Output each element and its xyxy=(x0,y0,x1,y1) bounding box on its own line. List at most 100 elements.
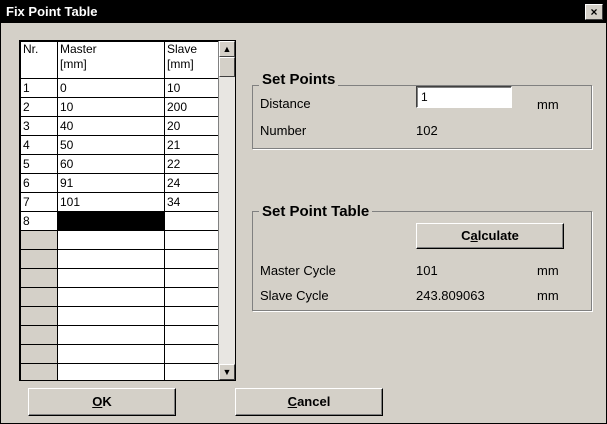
empty-row[interactable] xyxy=(20,306,222,326)
cancel-button[interactable]: Cancel xyxy=(235,388,383,416)
row-number-cell[interactable] xyxy=(20,230,58,250)
row-number-cell[interactable]: 7 xyxy=(20,192,58,212)
row-number-cell[interactable]: 3 xyxy=(20,116,58,136)
master-cell[interactable]: 60 xyxy=(57,154,165,174)
header-nr-label: Nr. xyxy=(23,42,39,57)
master-cell[interactable] xyxy=(57,268,165,288)
header-master-label: Master xyxy=(60,42,97,57)
slave-cell[interactable] xyxy=(164,211,222,231)
column-header-nr[interactable]: Nr. xyxy=(20,41,58,79)
row-number-cell[interactable] xyxy=(20,268,58,288)
slave-cell[interactable]: 10 xyxy=(164,78,222,98)
empty-row[interactable] xyxy=(20,287,222,307)
ok-label-end: K xyxy=(102,394,112,409)
ok-button[interactable]: OK xyxy=(28,388,176,416)
master-cell[interactable] xyxy=(57,344,165,364)
table-row[interactable]: 4 50 21 xyxy=(20,135,222,155)
table-row[interactable]: 7 101 34 xyxy=(20,192,222,212)
header-slave-unit: [mm] xyxy=(167,57,194,71)
master-cell[interactable] xyxy=(57,363,165,380)
master-cell[interactable]: 10 xyxy=(57,97,165,117)
row-number-cell[interactable]: 4 xyxy=(20,135,58,155)
fix-point-table: Nr. Master [mm] Slave [mm] 1 0 10 2 10 200 3 40… xyxy=(20,41,222,380)
number-label: Number xyxy=(260,123,307,138)
distance-input[interactable] xyxy=(416,86,512,108)
row-number-cell[interactable]: 5 xyxy=(20,154,58,174)
row-number-cell[interactable]: 8 xyxy=(20,211,58,231)
row-number-cell[interactable] xyxy=(20,306,58,326)
distance-unit: mm xyxy=(537,97,559,112)
master-cell[interactable] xyxy=(57,325,165,345)
empty-row[interactable] xyxy=(20,249,222,269)
column-header-master[interactable]: Master [mm] xyxy=(57,41,165,79)
master-cell[interactable]: 91 xyxy=(57,173,165,193)
row-number-cell[interactable] xyxy=(20,363,58,380)
cancel-accelerator: C xyxy=(287,394,298,409)
set-points-title: Set Points xyxy=(259,71,339,88)
table-row[interactable]: 6 91 24 xyxy=(20,173,222,193)
master-cell[interactable] xyxy=(57,249,165,269)
slave-cell[interactable] xyxy=(164,230,222,250)
empty-row[interactable] xyxy=(20,268,222,288)
table-row[interactable]: 8 xyxy=(20,211,222,231)
header-master-unit: [mm] xyxy=(60,57,87,71)
header-slave-label: Slave xyxy=(167,42,198,57)
master-cell[interactable]: 40 xyxy=(57,116,165,136)
row-number-cell[interactable]: 1 xyxy=(20,78,58,98)
calculate-label-end: lculate xyxy=(477,228,519,243)
master-cell[interactable] xyxy=(57,287,165,307)
empty-row[interactable] xyxy=(20,230,222,250)
slave-cell[interactable]: 200 xyxy=(164,97,222,117)
row-number-cell[interactable] xyxy=(20,287,58,307)
slave-cell[interactable] xyxy=(164,363,222,380)
window-title: Fix Point Table xyxy=(6,4,98,19)
master-cell-selected[interactable] xyxy=(57,211,165,231)
row-number-cell[interactable]: 2 xyxy=(20,97,58,117)
slave-cycle-unit: mm xyxy=(537,288,559,303)
row-number-cell[interactable]: 6 xyxy=(20,173,58,193)
ok-accelerator: O xyxy=(92,394,103,409)
empty-row[interactable] xyxy=(20,363,222,380)
table-row[interactable]: 2 10 200 xyxy=(20,97,222,117)
master-cell[interactable] xyxy=(57,230,165,250)
row-number-cell[interactable] xyxy=(20,325,58,345)
master-cell[interactable]: 101 xyxy=(57,192,165,212)
row-number-cell[interactable] xyxy=(20,344,58,364)
slave-cell[interactable]: 20 xyxy=(164,116,222,136)
table-row[interactable]: 5 60 22 xyxy=(20,154,222,174)
empty-row[interactable] xyxy=(20,344,222,364)
master-cycle-unit: mm xyxy=(537,263,559,278)
distance-label: Distance xyxy=(260,96,311,111)
master-cycle-label: Master Cycle xyxy=(260,263,336,278)
scroll-down-arrow-icon[interactable]: ▼ xyxy=(219,364,235,380)
calculate-button[interactable]: Calculate xyxy=(416,223,564,249)
slave-cell[interactable] xyxy=(164,325,222,345)
close-button[interactable]: × xyxy=(585,4,603,20)
row-number-cell[interactable] xyxy=(20,249,58,269)
master-cell[interactable] xyxy=(57,306,165,326)
empty-row[interactable] xyxy=(20,325,222,345)
slave-cell[interactable]: 24 xyxy=(164,173,222,193)
table-row[interactable]: 1 0 10 xyxy=(20,78,222,98)
slave-cell[interactable]: 34 xyxy=(164,192,222,212)
scroll-thumb[interactable] xyxy=(219,57,235,77)
slave-cell[interactable] xyxy=(164,306,222,326)
slave-cell[interactable]: 21 xyxy=(164,135,222,155)
slave-cell[interactable] xyxy=(164,344,222,364)
cancel-label-end: ancel xyxy=(297,394,331,409)
column-header-slave[interactable]: Slave [mm] xyxy=(164,41,222,79)
master-cycle-value: 101 xyxy=(416,263,438,278)
set-point-table-title: Set Point Table xyxy=(259,203,373,220)
title-bar[interactable]: Fix Point Table × xyxy=(1,1,606,23)
grid-vertical-scrollbar[interactable]: ▲ ▼ xyxy=(218,41,235,380)
master-cell[interactable]: 0 xyxy=(57,78,165,98)
master-cell[interactable]: 50 xyxy=(57,135,165,155)
slave-cycle-label: Slave Cycle xyxy=(260,288,329,303)
number-value: 102 xyxy=(416,123,438,138)
table-row[interactable]: 3 40 20 xyxy=(20,116,222,136)
scroll-up-arrow-icon[interactable]: ▲ xyxy=(219,41,235,57)
slave-cell[interactable] xyxy=(164,268,222,288)
slave-cell[interactable] xyxy=(164,287,222,307)
slave-cell[interactable] xyxy=(164,249,222,269)
slave-cell[interactable]: 22 xyxy=(164,154,222,174)
